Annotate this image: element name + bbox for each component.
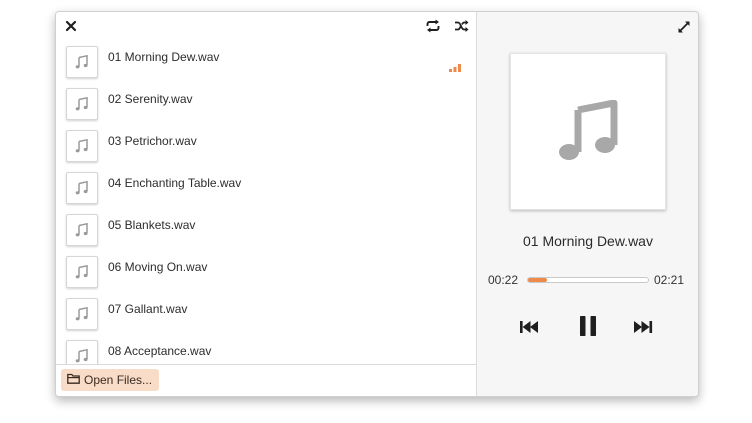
music-note-icon (75, 223, 88, 237)
folder-icon (67, 373, 80, 387)
track-title: 03 Petrichor.wav (108, 134, 197, 148)
progress-bar[interactable] (527, 277, 649, 283)
playlist-item[interactable]: 01 Morning Dew.wav (56, 43, 476, 85)
track-thumbnail (66, 256, 98, 288)
pause-icon[interactable] (579, 316, 597, 341)
progress-fill (528, 278, 547, 282)
music-player-window: 01 Morning Dew.wav 02 Serenity.wav 03 Pe… (55, 11, 699, 397)
track-thumbnail (66, 172, 98, 204)
expand-icon[interactable] (678, 20, 690, 33)
current-time: 00:22 (488, 273, 519, 287)
track-thumbnail (66, 298, 98, 330)
playlist-item[interactable]: 06 Moving On.wav (56, 253, 476, 295)
track-title: 01 Morning Dew.wav (108, 50, 220, 64)
track-title: 07 Gallant.wav (108, 302, 188, 316)
duration-time: 02:21 (654, 273, 685, 287)
close-icon[interactable] (64, 19, 78, 33)
playlist-item[interactable]: 03 Petrichor.wav (56, 127, 476, 169)
repeat-icon[interactable] (425, 19, 441, 33)
album-cover (510, 53, 666, 210)
track-title: 08 Acceptance.wav (108, 344, 212, 358)
playlist-item[interactable]: 05 Blankets.wav (56, 211, 476, 253)
track-title: 05 Blankets.wav (108, 218, 196, 232)
music-note-icon (75, 349, 88, 363)
playlist-footer: Open Files... (56, 364, 476, 396)
track-title: 02 Serenity.wav (108, 92, 193, 106)
track-thumbnail (66, 46, 98, 78)
music-note-icon (75, 55, 88, 69)
track-thumbnail (66, 88, 98, 120)
music-note-icon (559, 100, 618, 160)
playlist-item[interactable]: 04 Enchanting Table.wav (56, 169, 476, 211)
now-playing-title: 01 Morning Dew.wav (523, 233, 653, 249)
track-thumbnail (66, 340, 98, 364)
playlist-panel: 01 Morning Dew.wav 02 Serenity.wav 03 Pe… (56, 12, 476, 396)
skip-forward-icon[interactable] (634, 320, 654, 338)
music-note-icon (75, 307, 88, 321)
now-playing-indicator-icon (449, 59, 463, 72)
music-note-icon (75, 97, 88, 111)
track-title: 04 Enchanting Table.wav (108, 176, 242, 190)
playlist-item[interactable]: 08 Acceptance.wav (56, 337, 476, 364)
shuffle-icon[interactable] (454, 19, 469, 33)
music-note-icon (75, 265, 88, 279)
playlist: 01 Morning Dew.wav 02 Serenity.wav 03 Pe… (56, 42, 476, 364)
open-files-label: Open Files... (84, 373, 153, 387)
now-playing-panel: 01 Morning Dew.wav 00:22 02:21 (476, 12, 698, 396)
track-thumbnail (66, 214, 98, 246)
open-files-button[interactable]: Open Files... (61, 369, 160, 391)
playlist-item[interactable]: 02 Serenity.wav (56, 85, 476, 127)
music-note-icon (75, 181, 88, 195)
skip-back-icon[interactable] (520, 320, 540, 338)
playlist-item[interactable]: 07 Gallant.wav (56, 295, 476, 337)
track-thumbnail (66, 130, 98, 162)
track-title: 06 Moving On.wav (108, 260, 208, 274)
music-note-icon (75, 139, 88, 153)
